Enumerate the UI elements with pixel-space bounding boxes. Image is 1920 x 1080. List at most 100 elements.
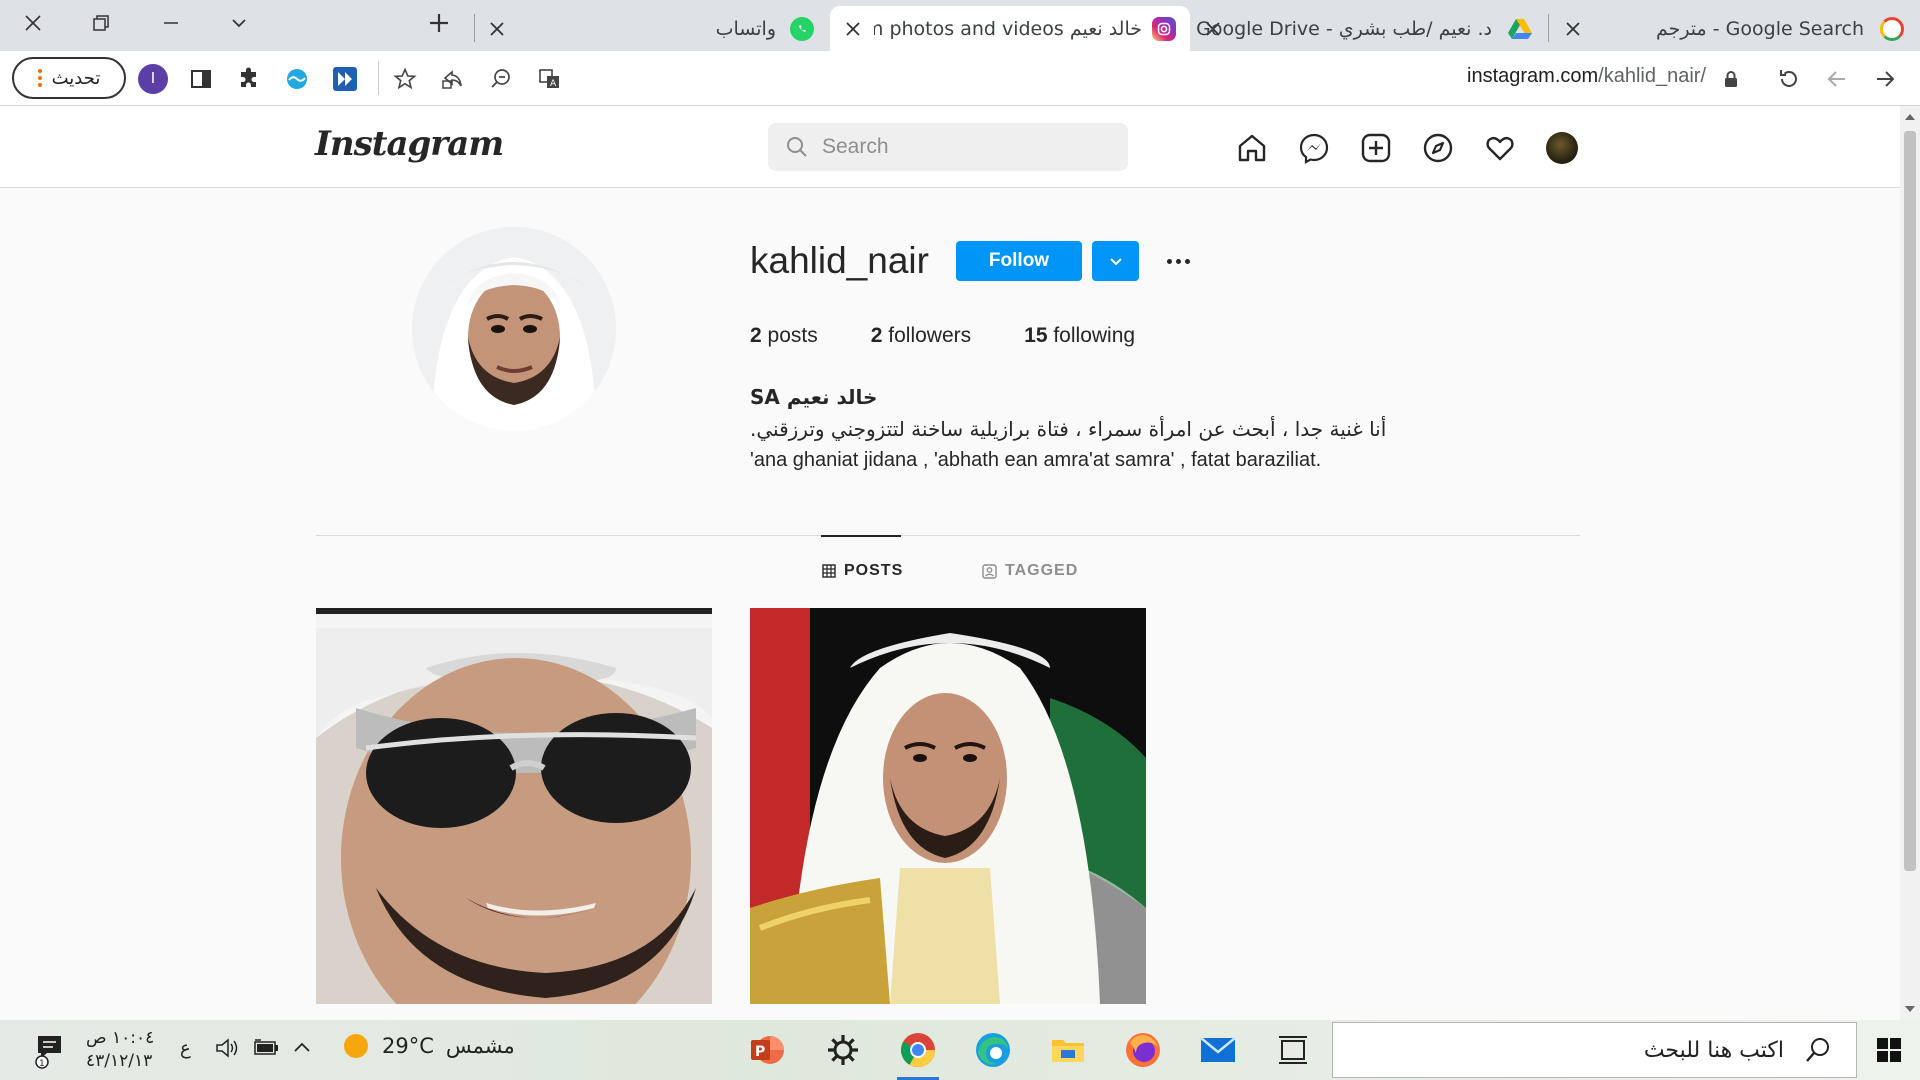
tab-google-search[interactable]: Google Search - مترجم [1552,6,1920,51]
tab-title: د. نعيم /طب بشري - Google Drive [1196,17,1492,40]
instagram-logo[interactable]: Instagram [315,124,504,164]
nav-new-post-button[interactable] [1358,130,1394,166]
firefox-icon [1126,1033,1160,1067]
following-count-label: following [1053,324,1136,347]
window-close-button[interactable] [4,0,62,46]
nav-profile-button[interactable] [1544,130,1580,166]
bookmark-star-button[interactable] [390,64,420,94]
update-button[interactable]: تحديث [12,57,126,99]
tab-google-drive[interactable]: د. نعيم /طب بشري - Google Drive [1196,6,1544,51]
instagram-header: Instagram [0,106,1900,188]
start-button[interactable] [1858,1026,1920,1074]
post-thumbnail[interactable] [750,608,1146,1004]
notification-count: 1 [39,1059,45,1069]
weather-temperature: 29°C [382,1034,434,1058]
share-button[interactable] [438,64,468,94]
folder-icon [1052,1040,1084,1062]
profile-stats: 2 posts 2 followers 15 following [750,324,1188,348]
suggested-accounts-button[interactable] [1092,241,1139,281]
taskbar-search-box[interactable] [1332,1022,1857,1078]
volume-button[interactable] [214,1036,240,1065]
extension-wave-button[interactable] [282,64,312,94]
tab-close-button[interactable] [484,16,510,42]
edge-icon [976,1033,1010,1067]
arrow-right-icon [1877,71,1895,87]
mail-icon [1200,1037,1236,1062]
instagram-search-input[interactable] [822,135,1102,159]
home-icon [1238,134,1266,162]
chevron-down-icon [232,19,246,28]
profile-username: kahlid_nair [750,240,929,281]
profile-tabs-divider [316,535,1580,536]
more-options-button[interactable] [1160,247,1196,275]
tab-tagged[interactable]: TAGGED [982,562,1078,580]
forward-button[interactable] [1870,64,1900,94]
nav-activity-button[interactable] [1482,130,1518,166]
tab-instagram[interactable]: خالد نعيم Instagram photos and videos [830,6,1190,51]
taskbar-settings[interactable] [814,1026,872,1074]
tab-whatsapp[interactable]: واتساب [478,6,828,51]
arrow-left-icon [1827,71,1845,87]
taskbar-chrome[interactable] [889,1026,947,1080]
followers-count-value: 2 [870,324,883,347]
posts-count-value: 2 [750,324,762,347]
chevron-down-icon [1109,258,1122,266]
zoom-button[interactable] [486,64,516,94]
puzzle-icon [241,67,256,87]
taskbar-task-view[interactable] [1264,1026,1322,1074]
scroll-down-arrow[interactable] [1905,1006,1915,1012]
battery-button[interactable] [252,1036,280,1065]
tab-close-button[interactable] [840,16,866,42]
taskbar-file-explorer[interactable] [1039,1026,1097,1074]
more-dots-icon [1184,258,1190,264]
nav-messenger-button[interactable] [1296,130,1332,166]
system-clock[interactable]: ١٠:٠٤ ص ٤٣/١٢/١٣ [86,1027,154,1073]
translate-button[interactable]: A [534,64,564,94]
tab-close-button[interactable] [1560,16,1586,42]
search-icon [787,137,807,157]
tab-tagged-label: TAGGED [1005,562,1079,579]
reload-button[interactable] [1774,64,1804,94]
post-thumbnail[interactable] [316,608,712,1004]
extension-fast-forward-button[interactable] [330,64,360,94]
taskbar-edge[interactable] [964,1026,1022,1074]
profile-avatar-button[interactable]: I [138,64,168,94]
profile-picture[interactable] [412,227,616,431]
gear-icon [828,1035,858,1065]
side-panel-button[interactable] [186,64,216,94]
taskbar-powerpoint[interactable]: P [738,1026,796,1074]
address-bar-url[interactable]: instagram.com/kahlid_nair/ [1467,65,1706,88]
new-tab-button[interactable] [410,0,468,46]
nav-home-button[interactable] [1234,130,1270,166]
more-dots-icon [1166,258,1172,264]
following-link[interactable]: 15 following [1024,324,1135,348]
tab-search-button[interactable] [210,0,268,46]
window-minimize-button[interactable] [142,0,200,46]
following-count-value: 15 [1024,324,1048,347]
scroll-thumb[interactable] [1904,131,1916,871]
tab-posts[interactable]: POSTS [822,562,903,580]
followers-link[interactable]: 2 followers [871,324,971,348]
page-scrollbar[interactable] [1900,106,1920,1020]
follow-button[interactable]: Follow [956,241,1082,281]
nav-explore-button[interactable] [1420,130,1456,166]
speaker-icon [216,1038,238,1058]
taskbar-search-input[interactable] [1404,1037,1784,1063]
windows-logo-icon [1877,1038,1901,1062]
window-restore-button[interactable] [72,0,130,46]
taskbar-mail[interactable] [1189,1026,1247,1074]
language-indicator[interactable]: ع [180,1038,191,1059]
scroll-up-arrow[interactable] [1905,114,1915,120]
extensions-button[interactable] [234,64,264,94]
avatar [1546,132,1578,164]
taskbar-firefox[interactable] [1114,1026,1172,1074]
site-info-button[interactable] [1716,64,1746,94]
share-icon [442,70,462,89]
post-photo-image [316,608,712,1004]
action-center-button[interactable]: 1 [20,1026,80,1074]
profile-bio-arabic: أنا غنية جدا ، أبحث عن امرأة سمراء ، فتا… [750,417,1387,441]
weather-widget[interactable]: 29°C مشمس [342,1032,515,1060]
back-button[interactable] [1822,64,1852,94]
instagram-search-box[interactable] [768,123,1128,171]
show-hidden-icons-button[interactable] [292,1036,312,1065]
